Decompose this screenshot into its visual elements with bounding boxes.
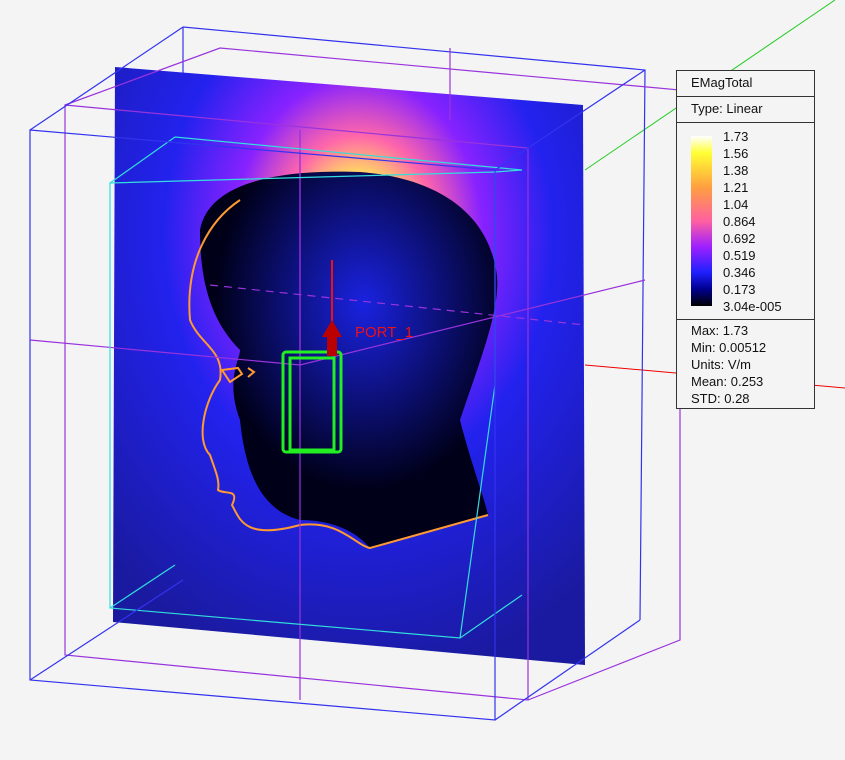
legend-tick: 3.04e-005 bbox=[723, 299, 782, 314]
legend-max: Max: 1.73 bbox=[691, 323, 749, 338]
port-label: PORT_1 bbox=[355, 324, 414, 341]
legend-title: EMagTotal bbox=[677, 71, 814, 97]
legend-tick: 1.38 bbox=[723, 163, 749, 178]
legend-min: Min: 0.00512 bbox=[691, 340, 767, 355]
legend-tick: 0.692 bbox=[723, 231, 756, 246]
color-bar bbox=[691, 136, 712, 306]
legend-mean: Mean: 0.253 bbox=[691, 374, 764, 389]
legend-tick: 0.864 bbox=[723, 214, 756, 229]
legend-tick: 0.346 bbox=[723, 265, 756, 280]
legend-color-scale: 1.73 1.56 1.38 1.21 1.04 0.864 0.692 0.5… bbox=[677, 123, 814, 320]
legend-tick: 0.173 bbox=[723, 282, 756, 297]
legend-units: Units: V/m bbox=[691, 357, 751, 372]
legend-tick: 1.73 bbox=[723, 129, 749, 144]
legend-type: Type: Linear bbox=[677, 97, 814, 123]
legend-tick: 1.21 bbox=[723, 180, 749, 195]
legend-tick: 0.519 bbox=[723, 248, 756, 263]
legend-std: STD: 0.28 bbox=[691, 391, 750, 406]
legend-tick: 1.04 bbox=[723, 197, 749, 212]
field-legend[interactable]: EMagTotal Type: Linear 1.73 1.56 1.38 1.… bbox=[676, 70, 815, 409]
legend-tick: 1.56 bbox=[723, 146, 749, 161]
